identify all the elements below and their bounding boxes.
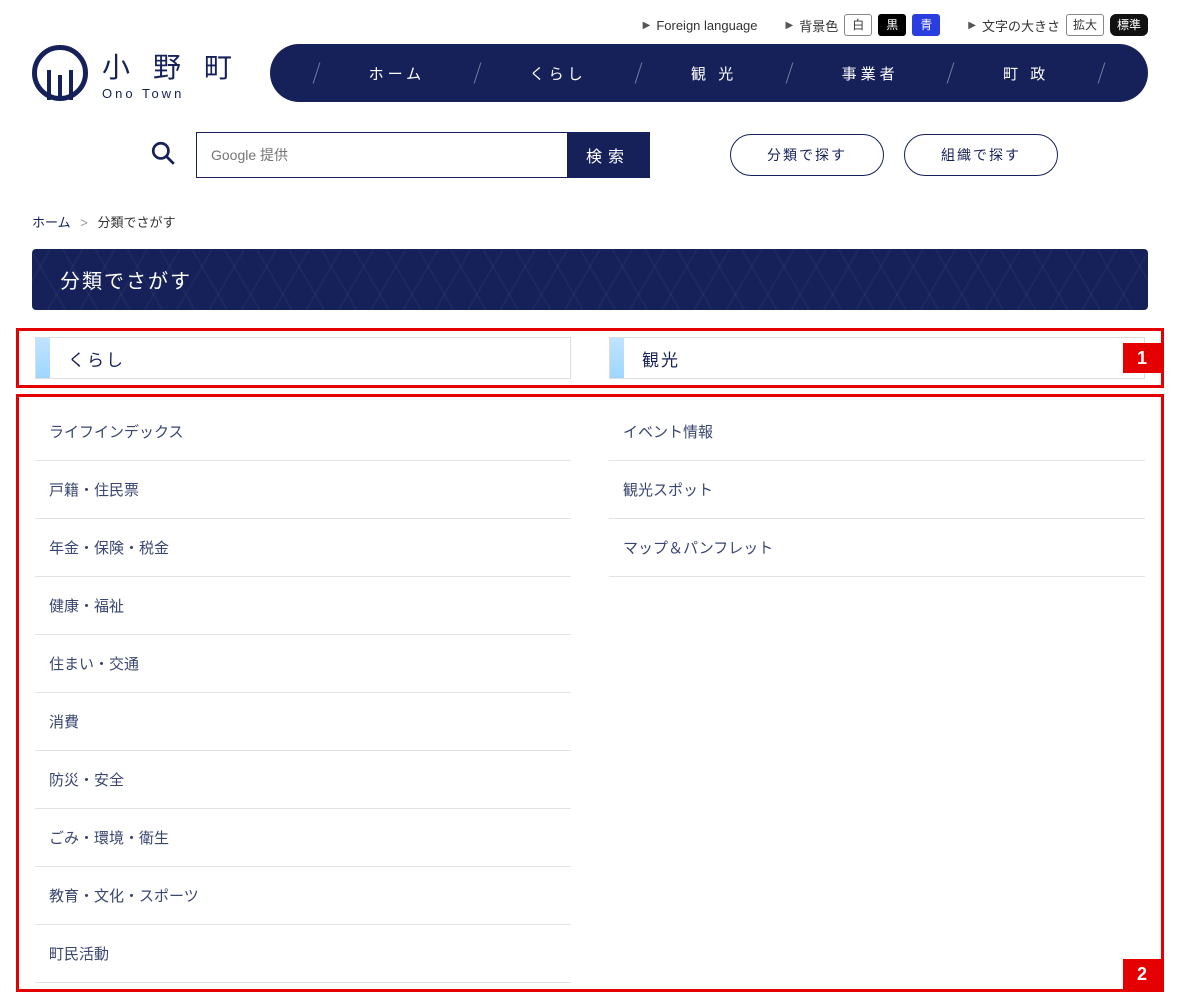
search-by-org-button[interactable]: 組織で探す xyxy=(904,134,1058,176)
list-item[interactable]: ごみ・環境・衛生 xyxy=(35,809,571,867)
fontsize-label: 文字の大きさ xyxy=(982,16,1060,35)
foreign-language-link[interactable]: ▶ Foreign language xyxy=(643,18,758,33)
search-icon xyxy=(150,140,176,171)
nav-jigyosha[interactable]: 事業者 xyxy=(822,63,919,84)
list-item[interactable]: 年金・保険・税金 xyxy=(35,519,571,577)
bgcolor-label: 背景色 xyxy=(799,16,838,35)
list-item[interactable]: イベント情報 xyxy=(609,403,1145,461)
nav-home[interactable]: ホーム xyxy=(349,63,446,84)
annotation-box-2: 2 ライフインデックス 戸籍・住民票 年金・保険・税金 健康・福祉 住まい・交通… xyxy=(16,394,1164,992)
nav-kanko[interactable]: 観 光 xyxy=(671,63,757,84)
nav-separator xyxy=(313,62,321,83)
nav-separator xyxy=(786,62,794,83)
search-input[interactable] xyxy=(197,133,567,177)
logo-icon xyxy=(32,45,88,101)
list-item[interactable]: ライフインデックス xyxy=(35,403,571,461)
logo-jp-text: 小 野 町 xyxy=(102,46,240,86)
search-button[interactable]: 検索 xyxy=(567,133,649,177)
category-accent xyxy=(36,338,50,378)
arrow-icon: ▶ xyxy=(643,20,651,31)
page-title: 分類でさがす xyxy=(32,249,1148,310)
category-title: 観光 xyxy=(638,346,680,371)
search-box: 検索 xyxy=(196,132,650,178)
fontsize-large-button[interactable]: 拡大 xyxy=(1066,14,1104,36)
bgcolor-black-button[interactable]: 黒 xyxy=(878,14,906,36)
category-accent xyxy=(610,338,624,378)
foreign-language-label: Foreign language xyxy=(656,18,757,33)
annotation-box-1: 1 くらし 観光 xyxy=(16,328,1164,388)
site-logo[interactable]: 小 野 町 Ono Town xyxy=(32,45,240,101)
nav-chosei[interactable]: 町 政 xyxy=(983,63,1069,84)
nav-separator xyxy=(1098,62,1106,83)
sub-list-kurashi: ライフインデックス 戸籍・住民票 年金・保険・税金 健康・福祉 住まい・交通 消… xyxy=(35,403,571,983)
utility-bar: ▶ Foreign language ▶ 背景色 白 黒 青 ▶ 文字の大きさ … xyxy=(0,0,1180,44)
fontsize-group: ▶ 文字の大きさ 拡大 標準 xyxy=(968,14,1148,36)
list-item[interactable]: 戸籍・住民票 xyxy=(35,461,571,519)
list-item[interactable]: 住まい・交通 xyxy=(35,635,571,693)
annotation-tag-2: 2 xyxy=(1123,959,1161,989)
bgcolor-group: ▶ 背景色 白 黒 青 xyxy=(786,14,941,36)
list-item[interactable]: 町民活動 xyxy=(35,925,571,983)
category-title: くらし xyxy=(64,346,125,371)
category-header-kanko[interactable]: 観光 xyxy=(609,337,1145,379)
search-row: 検索 分類で探す 組織で探す xyxy=(0,114,1180,206)
list-item[interactable]: 観光スポット xyxy=(609,461,1145,519)
nav-separator xyxy=(635,62,643,83)
breadcrumb: ホーム > 分類でさがす xyxy=(0,206,1180,249)
nav-kurashi[interactable]: くらし xyxy=(510,63,607,84)
main-nav: ホーム くらし 観 光 事業者 町 政 xyxy=(270,44,1148,102)
nav-separator xyxy=(947,62,955,83)
arrow-icon: ▶ xyxy=(786,20,794,31)
header: 小 野 町 Ono Town ホーム くらし 観 光 事業者 町 政 xyxy=(0,44,1180,114)
category-header-kurashi[interactable]: くらし xyxy=(35,337,571,379)
list-item[interactable]: 教育・文化・スポーツ xyxy=(35,867,571,925)
sub-list-kanko: イベント情報 観光スポット マップ＆パンフレット xyxy=(609,403,1145,577)
breadcrumb-current: 分類でさがす xyxy=(97,215,175,230)
fontsize-normal-button[interactable]: 標準 xyxy=(1110,14,1148,36)
bgcolor-white-button[interactable]: 白 xyxy=(844,14,872,36)
list-item[interactable]: マップ＆パンフレット xyxy=(609,519,1145,577)
breadcrumb-separator: > xyxy=(80,215,88,230)
breadcrumb-home[interactable]: ホーム xyxy=(32,215,71,230)
bgcolor-blue-button[interactable]: 青 xyxy=(912,14,940,36)
nav-separator xyxy=(474,62,482,83)
list-item[interactable]: 消費 xyxy=(35,693,571,751)
arrow-icon: ▶ xyxy=(968,20,976,31)
search-by-category-button[interactable]: 分類で探す xyxy=(730,134,884,176)
logo-en-text: Ono Town xyxy=(102,86,240,101)
list-item[interactable]: 防災・安全 xyxy=(35,751,571,809)
annotation-tag-1: 1 xyxy=(1123,343,1161,373)
list-item[interactable]: 健康・福祉 xyxy=(35,577,571,635)
